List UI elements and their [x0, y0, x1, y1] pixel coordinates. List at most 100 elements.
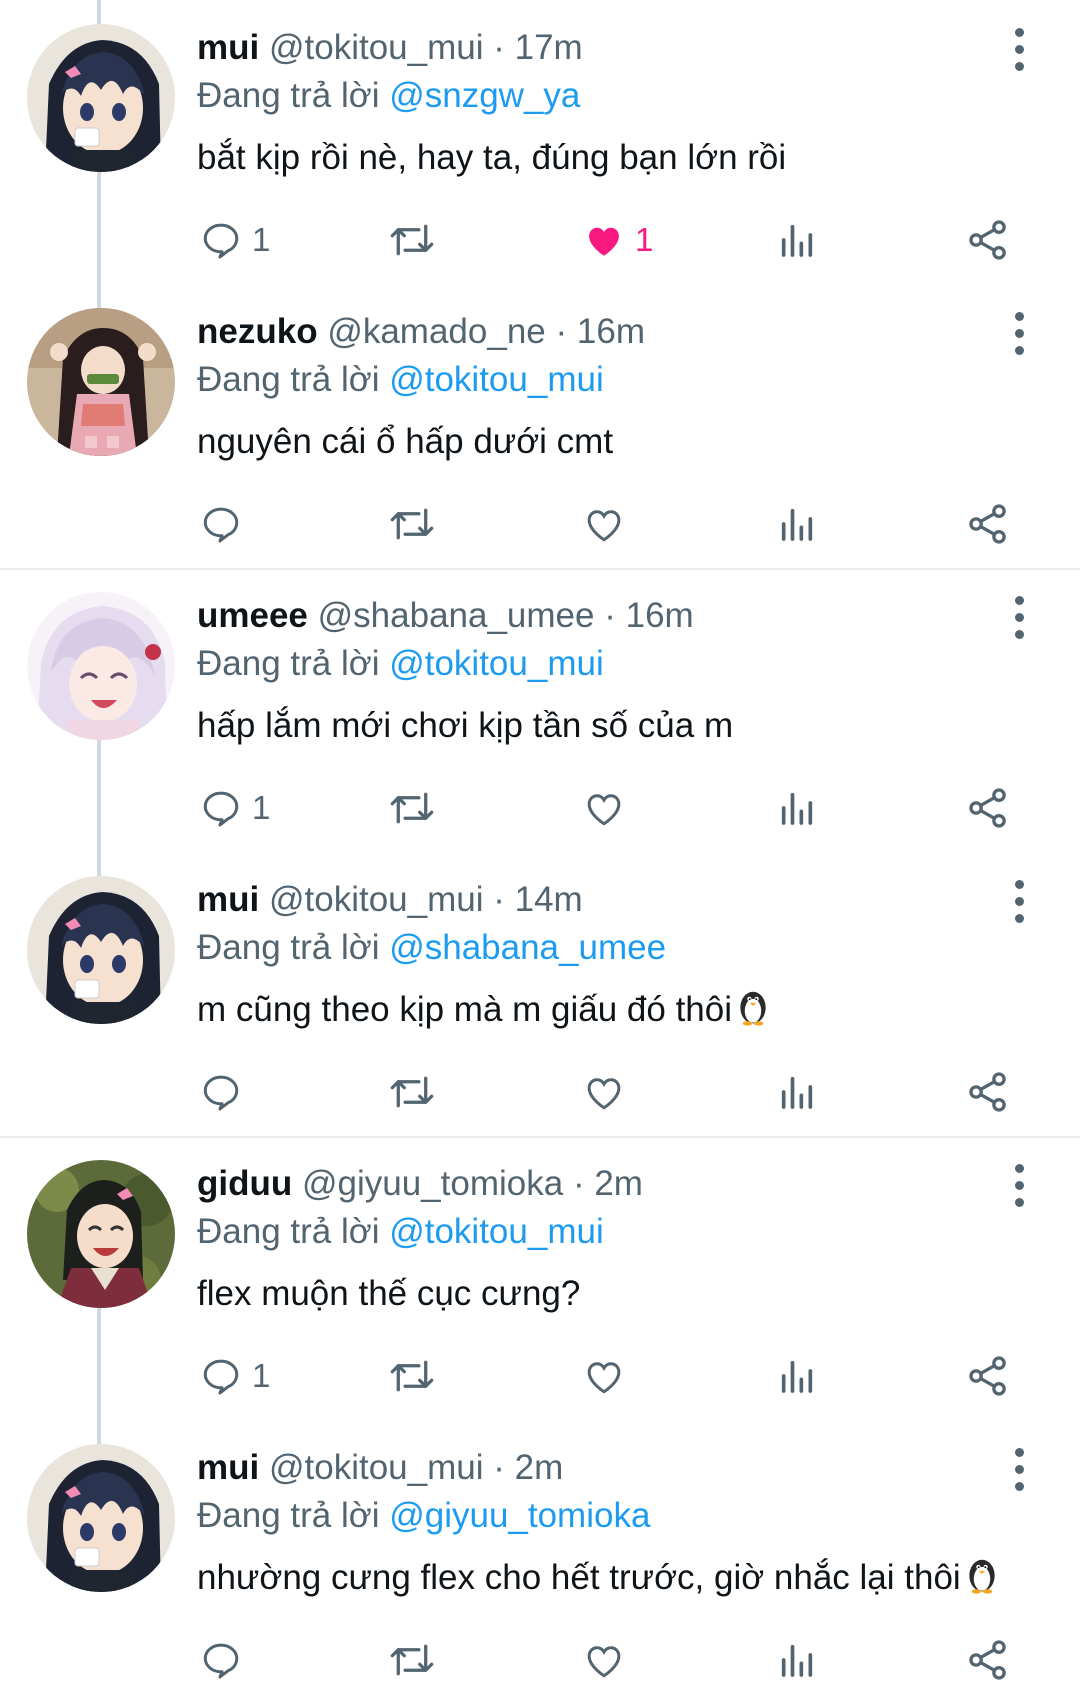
retweet-icon: [390, 1076, 434, 1108]
tweet[interactable]: giduu @giyuu_tomioka · 2m Đang trả lời @…: [0, 1136, 1080, 1420]
user-handle[interactable]: @tokitou_mui: [269, 880, 484, 919]
views-button[interactable]: [777, 1346, 817, 1406]
tweet-text-content: nguyên cái ổ hấp dưới cmt: [197, 422, 614, 461]
replying-to: Đang trả lời @snzgw_ya: [197, 72, 997, 120]
share-button[interactable]: [966, 1630, 1010, 1690]
share-button[interactable]: [966, 1062, 1010, 1122]
like-button[interactable]: [583, 778, 635, 838]
views-button[interactable]: [777, 210, 817, 270]
retweet-button[interactable]: [388, 778, 436, 838]
replying-to-label: Đang trả lời: [197, 1496, 380, 1535]
timestamp[interactable]: 2m: [515, 1448, 564, 1487]
more-icon[interactable]: [1000, 1448, 1040, 1492]
user-handle[interactable]: @tokitou_mui: [269, 28, 484, 67]
tweet[interactable]: umeee @shabana_umee · 16m Đang trả lời @…: [0, 568, 1080, 852]
avatar[interactable]: [27, 876, 175, 1024]
avatar[interactable]: [27, 308, 175, 456]
reply-button[interactable]: 1: [200, 778, 270, 838]
tweet-header: giduu @giyuu_tomioka · 2m: [197, 1160, 997, 1208]
reply-icon: [203, 507, 239, 543]
like-button[interactable]: [583, 1062, 635, 1122]
like-icon: [589, 227, 619, 256]
more-icon[interactable]: [1000, 1164, 1040, 1208]
retweet-icon: [390, 508, 434, 540]
tweet[interactable]: nezuko @kamado_ne · 16m Đang trả lời @to…: [0, 284, 1080, 568]
retweet-button[interactable]: [388, 1062, 436, 1122]
retweet-button[interactable]: [388, 494, 436, 554]
display-name[interactable]: nezuko: [197, 312, 318, 351]
tweet-header: mui @tokitou_mui · 2m: [197, 1444, 997, 1492]
avatar[interactable]: [27, 592, 175, 740]
share-button[interactable]: [966, 210, 1010, 270]
share-button[interactable]: [966, 1346, 1010, 1406]
tweet-content: umeee @shabana_umee · 16m Đang trả lời @…: [197, 592, 997, 752]
timestamp[interactable]: 2m: [594, 1164, 643, 1203]
timestamp[interactable]: 17m: [515, 28, 583, 67]
tweet-content: mui @tokitou_mui · 2m Đang trả lời @giyu…: [197, 1444, 997, 1604]
retweet-button[interactable]: [388, 1630, 436, 1690]
tweet[interactable]: mui @tokitou_mui · 2m Đang trả lời @giyu…: [0, 1420, 1080, 1704]
display-name[interactable]: mui: [197, 1448, 259, 1487]
mention-link[interactable]: @tokitou_mui: [389, 644, 604, 683]
timestamp[interactable]: 14m: [515, 880, 583, 919]
views-button[interactable]: [777, 1062, 817, 1122]
avatar[interactable]: [27, 1160, 175, 1308]
display-name[interactable]: mui: [197, 880, 259, 919]
reply-icon: [203, 1359, 239, 1395]
share-icon: [969, 504, 1006, 544]
display-name[interactable]: umeee: [197, 596, 308, 635]
like-count: 1: [635, 221, 654, 258]
user-handle[interactable]: @shabana_umee: [318, 596, 595, 635]
tweet-text: bắt kịp rồi nè, hay ta, đúng bạn lớn rồi: [197, 132, 997, 184]
mention-link[interactable]: @tokitou_mui: [389, 1212, 604, 1251]
reply-button[interactable]: [200, 1062, 252, 1122]
reply-button[interactable]: [200, 494, 252, 554]
like-button[interactable]: [583, 1346, 635, 1406]
share-button[interactable]: [966, 494, 1010, 554]
views-button[interactable]: [777, 494, 817, 554]
penguin-emoji: [740, 991, 766, 1026]
tweet[interactable]: mui @tokitou_mui · 17m Đang trả lời @snz…: [0, 0, 1080, 284]
retweet-icon: [390, 1360, 434, 1392]
avatar-mui-image: [27, 876, 175, 1024]
display-name[interactable]: mui: [197, 28, 259, 67]
like-button[interactable]: [583, 1630, 635, 1690]
timestamp[interactable]: 16m: [577, 312, 645, 351]
mention-link[interactable]: @giyuu_tomioka: [389, 1496, 650, 1535]
retweet-button[interactable]: [388, 1346, 436, 1406]
avatar[interactable]: [27, 24, 175, 172]
like-button[interactable]: 1: [583, 210, 653, 270]
avatar[interactable]: [27, 1444, 175, 1592]
like-icon: [587, 794, 621, 826]
views-button[interactable]: [777, 778, 817, 838]
retweet-button[interactable]: [388, 210, 436, 270]
mention-link[interactable]: @tokitou_mui: [389, 360, 604, 399]
action-bar: [0, 494, 1080, 554]
tweet-content: giduu @giyuu_tomioka · 2m Đang trả lời @…: [197, 1160, 997, 1320]
user-handle[interactable]: @giyuu_tomioka: [302, 1164, 563, 1203]
user-handle[interactable]: @tokitou_mui: [269, 1448, 484, 1487]
views-button[interactable]: [777, 1630, 817, 1690]
reply-button[interactable]: 1: [200, 210, 270, 270]
timestamp[interactable]: 16m: [626, 596, 694, 635]
user-handle[interactable]: @kamado_ne: [327, 312, 545, 351]
mention-link[interactable]: @snzgw_ya: [389, 76, 580, 115]
share-button[interactable]: [966, 778, 1010, 838]
more-icon[interactable]: [1000, 596, 1040, 640]
tweet-text-content: nhường cưng flex cho hết trước, giờ nhắc…: [197, 1558, 961, 1597]
more-icon[interactable]: [1000, 312, 1040, 356]
replying-to-label: Đang trả lời: [197, 644, 380, 683]
like-button[interactable]: [583, 494, 635, 554]
tweet[interactable]: mui @tokitou_mui · 14m Đang trả lời @sha…: [0, 852, 1080, 1136]
replying-to: Đang trả lời @tokitou_mui: [197, 356, 997, 404]
mention-link[interactable]: @shabana_umee: [389, 928, 666, 967]
reply-button[interactable]: [200, 1630, 252, 1690]
tweet-header: nezuko @kamado_ne · 16m: [197, 308, 997, 356]
separator-dot: ·: [493, 28, 505, 67]
more-icon[interactable]: [1000, 28, 1040, 72]
display-name[interactable]: giduu: [197, 1164, 292, 1203]
reply-button[interactable]: 1: [200, 1346, 270, 1406]
avatar-mui-image: [27, 24, 175, 172]
separator-dot: ·: [572, 1164, 585, 1203]
more-icon[interactable]: [1000, 880, 1040, 924]
